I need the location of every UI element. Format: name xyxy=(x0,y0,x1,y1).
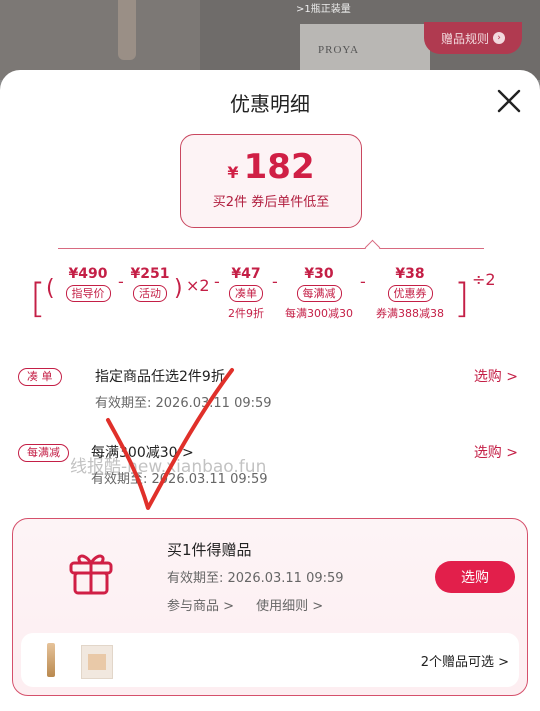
formula-divide: ÷2 xyxy=(472,270,496,289)
promo-full-reduction-tag: 每满减 xyxy=(18,444,69,462)
usage-rules-link[interactable]: 使用细则 > xyxy=(256,599,323,614)
formula-right-bracket: ] xyxy=(454,276,470,322)
discount-detail-sheet: 优惠明细 ¥ 182 买2件 券后单件低至 [ ( ¥490 指导价 - ¥25… xyxy=(0,70,540,711)
promo-bundle: 凑 单 指定商品任选2件9折 有效期至: 2026.03.11 09:59 选购… xyxy=(18,366,522,416)
background-page: >1瓶正装量 PROYA 赠品规则 › xyxy=(0,0,540,80)
coupon-amount: ¥38 xyxy=(395,266,425,282)
formula-divider-tip xyxy=(364,239,381,256)
coupon-note: 券满388减38 xyxy=(376,307,444,320)
gift-title: 买1件得赠品 xyxy=(167,541,252,559)
gift-icon xyxy=(67,549,115,597)
background-note: >1瓶正装量 xyxy=(296,4,351,15)
promo-bundle-title: 指定商品任选2件9折 xyxy=(95,369,225,385)
formula-activity-price: ¥251 活动 xyxy=(126,266,174,302)
full-reduction-tag: 每满减 xyxy=(296,285,342,302)
price-currency: ¥ xyxy=(227,163,239,182)
gift-promo-card: 买1件得赠品 有效期至: 2026.03.11 09:59 参与商品 > 使用细… xyxy=(12,518,528,696)
promo-full-reduction: 每满减 每满300减30 > 有效期至: 2026.03.11 09:59 选购… xyxy=(18,442,522,492)
promo-full-reduction-title[interactable]: 每满300减30 > xyxy=(91,442,194,462)
background-box-brand: PROYA xyxy=(318,44,360,56)
chevron-right-circle-icon: › xyxy=(493,32,505,44)
gift-links: 参与商品 > 使用细则 > xyxy=(167,595,341,614)
activity-price-tag: 活动 xyxy=(133,285,167,302)
bundle-amount: ¥47 xyxy=(231,266,261,282)
gift-thumbnail-2 xyxy=(81,645,113,679)
price-amount: 182 xyxy=(243,147,315,187)
formula-full-reduction: ¥30 每满减 每满300减30 xyxy=(280,266,358,321)
bundle-note: 2件9折 xyxy=(228,307,264,320)
guide-price-tag: 指导价 xyxy=(65,285,111,302)
final-price-card: ¥ 182 买2件 券后单件低至 xyxy=(180,134,362,228)
promo-bundle-valid: 有效期至: 2026.03.11 09:59 xyxy=(95,396,272,411)
formula-minus-3: - xyxy=(272,272,278,291)
price-subtitle: 买2件 券后单件低至 xyxy=(212,195,330,210)
price-formula: [ ( ¥490 指导价 - ¥251 活动 ) ×2 - ¥47 凑单 2件9… xyxy=(0,266,540,336)
promo-bundle-select-link[interactable]: 选购 > xyxy=(474,366,518,386)
gift-rules-button[interactable]: 赠品规则 › xyxy=(424,22,522,54)
guide-price-amount: ¥490 xyxy=(68,266,108,282)
formula-minus-2: - xyxy=(214,272,220,291)
participating-products-link[interactable]: 参与商品 > xyxy=(167,599,234,614)
formula-guide-price: ¥490 指导价 xyxy=(60,266,116,302)
formula-minus-1: - xyxy=(118,272,124,291)
activity-price-amount: ¥251 xyxy=(130,266,170,282)
formula-left-paren: ( xyxy=(46,276,55,301)
formula-times: ×2 xyxy=(186,276,210,295)
formula-left-bracket: [ xyxy=(30,276,46,322)
gift-thumbnail-1 xyxy=(47,643,55,677)
formula-bundle: ¥47 凑单 2件9折 xyxy=(222,266,270,321)
full-reduction-amount: ¥30 xyxy=(304,266,334,282)
formula-minus-4: - xyxy=(360,272,366,291)
promo-full-reduction-valid: 有效期至: 2026.03.11 09:59 xyxy=(91,472,268,487)
gift-valid: 有效期至: 2026.03.11 09:59 xyxy=(167,571,344,586)
background-product-image xyxy=(0,0,200,80)
background-product-bottle xyxy=(118,0,136,60)
close-icon[interactable] xyxy=(496,88,522,114)
coupon-tag: 优惠券 xyxy=(387,285,433,302)
promo-full-reduction-select-link[interactable]: 选购 > xyxy=(474,442,518,462)
gift-select-button[interactable]: 选购 xyxy=(435,561,515,593)
full-reduction-note: 每满300减30 xyxy=(285,307,353,320)
gift-items-row[interactable]: 2个赠品可选 > xyxy=(21,633,519,687)
formula-divider xyxy=(58,248,484,249)
bundle-tag: 凑单 xyxy=(229,285,263,302)
formula-right-paren: ) xyxy=(174,276,183,301)
promo-bundle-tag: 凑 单 xyxy=(18,368,62,386)
gift-count-link[interactable]: 2个赠品可选 > xyxy=(421,651,509,670)
gift-rules-label: 赠品规则 xyxy=(440,31,489,46)
sheet-title: 优惠明细 xyxy=(230,92,310,116)
formula-coupon: ¥38 优惠券 券满388减38 xyxy=(370,266,450,321)
